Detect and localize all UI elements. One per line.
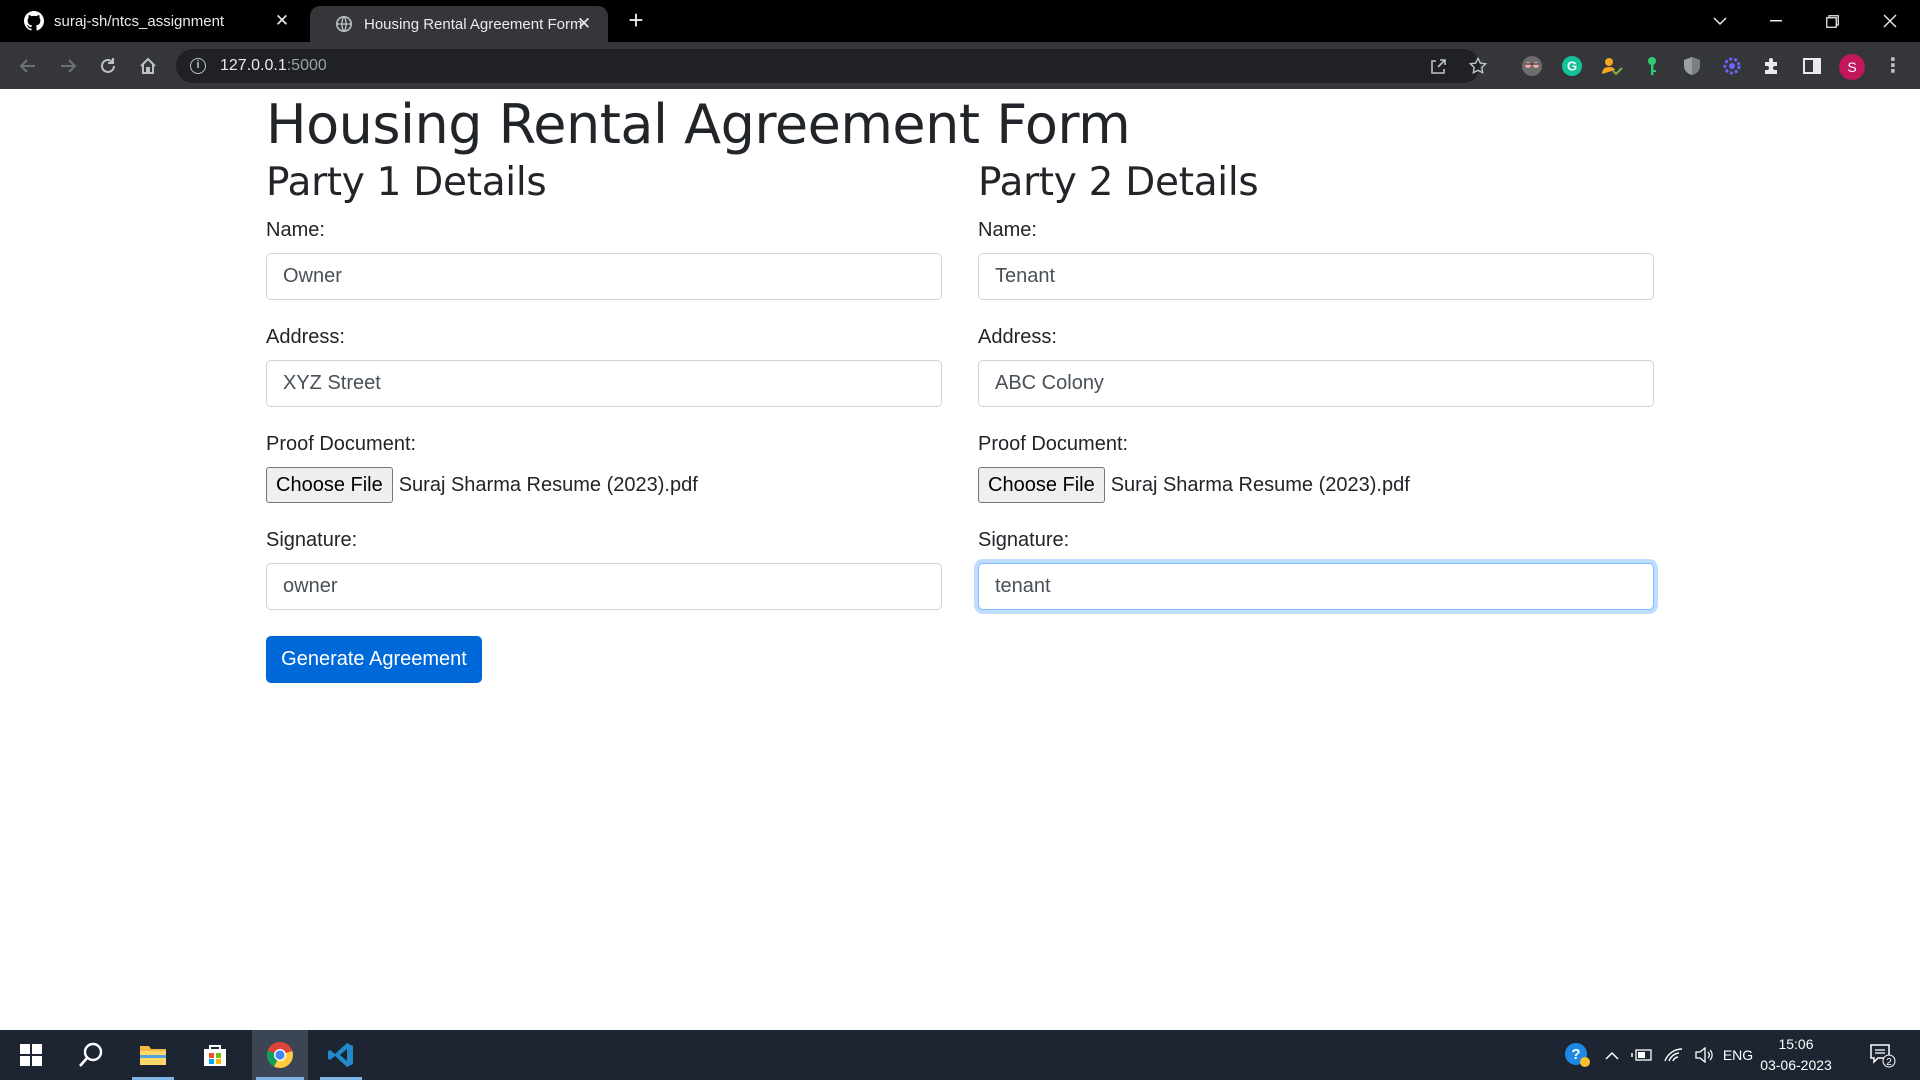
clock-date: 03-06-2023 (1760, 1057, 1832, 1073)
language-indicator[interactable]: ENG (1720, 1030, 1756, 1080)
grammarly-icon[interactable]: G (1560, 54, 1584, 78)
selected-file-name: Suraj Sharma Resume (2023).pdf (398, 473, 698, 496)
new-tab-button[interactable]: + (624, 7, 648, 33)
choose-file-button[interactable]: Choose File (266, 467, 393, 503)
reload-icon[interactable] (94, 52, 122, 80)
more-menu-icon[interactable]: ⋮ (1880, 52, 1906, 80)
svg-text:G: G (1567, 59, 1577, 74)
restore-icon[interactable] (1804, 0, 1860, 42)
proof-document-label: Proof Document: (978, 433, 1129, 455)
vscode-icon[interactable] (316, 1030, 366, 1080)
extension-gear-icon[interactable] (1720, 54, 1744, 78)
notification-center-icon[interactable]: 2 (1862, 1030, 1902, 1080)
back-icon[interactable] (14, 52, 42, 80)
file-explorer-icon[interactable] (128, 1030, 178, 1080)
tab-search-icon[interactable] (1692, 0, 1748, 42)
party-2-heading: Party 2 Details (978, 160, 1259, 205)
battery-icon[interactable] (1628, 1030, 1656, 1080)
selected-file-name: Suraj Sharma Resume (2023).pdf (1110, 473, 1410, 496)
choose-file-button[interactable]: Choose File (978, 467, 1105, 503)
key-icon[interactable] (1640, 54, 1664, 78)
taskbar-clock[interactable]: 15:06 03-06-2023 (1758, 1034, 1834, 1076)
microsoft-store-icon[interactable] (190, 1030, 240, 1080)
profile-avatar[interactable]: S (1839, 54, 1865, 80)
party-1-section: Party 1 Details Name: Owner Address: XYZ… (266, 159, 942, 610)
minimize-icon[interactable] (1748, 0, 1804, 42)
forward-icon[interactable] (54, 52, 82, 80)
globe-icon (334, 14, 354, 34)
show-hidden-icons-icon[interactable] (1600, 1030, 1624, 1080)
search-icon[interactable] (66, 1030, 116, 1080)
address-label: Address: (978, 326, 1057, 348)
close-window-icon[interactable] (1862, 0, 1918, 42)
browser-toolbar: i 127.0.0.1:5000 G S ⋮ (0, 42, 1920, 89)
help-icon[interactable]: ? (1560, 1030, 1594, 1080)
svg-text:?: ? (1571, 1046, 1580, 1063)
close-tab-icon[interactable]: ✕ (574, 14, 594, 34)
party-2-name-input[interactable]: Tenant (978, 253, 1654, 300)
party-2-address-input[interactable]: ABC Colony (978, 360, 1654, 407)
extension-mask-icon[interactable] (1520, 54, 1544, 78)
signature-label: Signature: (978, 529, 1070, 551)
bookmark-star-icon[interactable] (1466, 54, 1490, 78)
party-1-signature-input[interactable]: owner (266, 563, 942, 610)
party-1-heading: Party 1 Details (266, 160, 547, 205)
chrome-icon[interactable] (252, 1030, 308, 1080)
party-2-section: Party 2 Details Name: Tenant Address: AB… (978, 159, 1654, 610)
address-label: Address: (266, 326, 345, 348)
close-tab-icon[interactable]: ✕ (272, 11, 292, 31)
volume-icon[interactable] (1690, 1030, 1718, 1080)
signature-label: Signature: (266, 529, 358, 551)
side-panel-icon[interactable] (1800, 54, 1824, 78)
tab-rental-form[interactable]: Housing Rental Agreement Form ✕ (310, 6, 608, 42)
page-content: Housing Rental Agreement Form Party 1 De… (0, 89, 1920, 1030)
url-text: 127.0.0.1:5000 (220, 57, 327, 74)
tab-title: suraj-sh/ntcs_assignment (54, 12, 225, 30)
generate-agreement-button[interactable]: Generate Agreement (266, 636, 482, 683)
name-label: Name: (266, 219, 325, 241)
page-title: Housing Rental Agreement Form (266, 93, 1131, 156)
party-1-name-input[interactable]: Owner (266, 253, 942, 300)
share-icon[interactable] (1426, 54, 1450, 78)
party-2-proof-file-input: Choose File Suraj Sharma Resume (2023).p… (978, 467, 1654, 503)
browser-tab-strip: suraj-sh/ntcs_assignment ✕ Housing Renta… (0, 0, 1920, 42)
site-info-icon[interactable]: i (190, 58, 206, 74)
address-bar[interactable]: i 127.0.0.1:5000 (176, 49, 1487, 83)
tab-github[interactable]: suraj-sh/ntcs_assignment ✕ (0, 0, 306, 42)
name-label: Name: (978, 219, 1037, 241)
extensions-puzzle-icon[interactable] (1760, 54, 1784, 78)
home-icon[interactable] (134, 52, 162, 80)
extension-person-check-icon[interactable] (1600, 54, 1624, 78)
proof-document-label: Proof Document: (266, 433, 417, 455)
party-1-proof-file-input: Choose File Suraj Sharma Resume (2023).p… (266, 467, 942, 503)
party-2-signature-input[interactable]: tenant (978, 563, 1654, 610)
wifi-icon[interactable] (1660, 1030, 1688, 1080)
party-1-address-input[interactable]: XYZ Street (266, 360, 942, 407)
shield-icon[interactable] (1680, 54, 1704, 78)
github-icon (24, 11, 44, 31)
windows-start-icon[interactable] (6, 1030, 56, 1080)
notification-count: 2 (1886, 1057, 1892, 1068)
windows-taskbar: ? ENG 15:06 03-06-2023 2 (0, 1030, 1920, 1080)
tab-title: Housing Rental Agreement Form (364, 15, 583, 33)
clock-time: 15:06 (1778, 1036, 1814, 1052)
